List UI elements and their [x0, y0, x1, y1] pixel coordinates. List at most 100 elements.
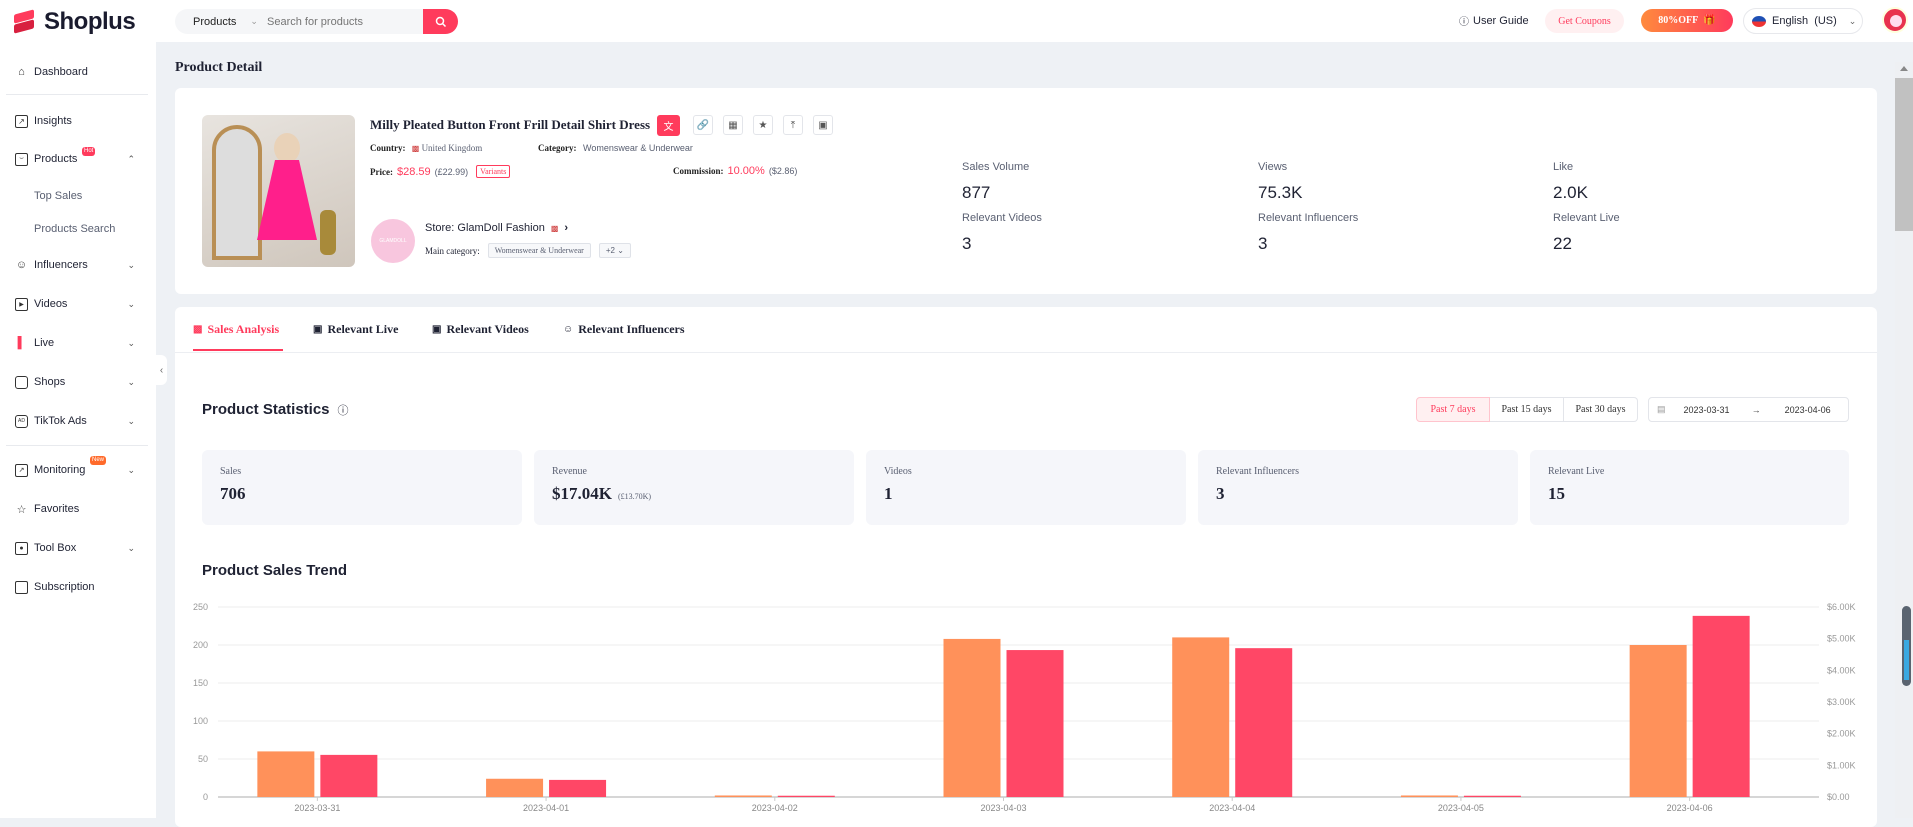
y-tick-label-left: 100 [193, 716, 208, 726]
bar-sales [1172, 637, 1230, 797]
sidebar-item-monitoring[interactable]: ↗ Monitoring New ⌄ [15, 456, 135, 480]
tab-sales-analysis[interactable]: ▩ Sales Analysis [193, 322, 279, 337]
kpi-label: Relevant Influencers [1258, 212, 1359, 224]
help-icon[interactable]: ⓘ [338, 402, 349, 418]
get-coupons-button[interactable]: Get Coupons [1545, 9, 1624, 33]
sidebar-item-videos[interactable]: ▶ Videos ⌄ [15, 294, 135, 314]
sidebar-subitem-products-search[interactable]: Products Search [34, 223, 115, 235]
stat-value-text: 3 [1216, 484, 1225, 503]
shop-icon [15, 375, 28, 389]
search-button[interactable] [423, 9, 458, 34]
divider [6, 445, 148, 446]
range-past-15-days[interactable]: Past 15 days [1490, 397, 1564, 422]
date-to[interactable]: 2023-04-06 [1785, 405, 1831, 415]
x-tick-label: 2023-04-01 [523, 803, 569, 813]
export-button[interactable]: ⤒ [783, 115, 803, 135]
tab-label: Relevant Live [327, 322, 399, 336]
tab-relevant-videos[interactable]: ▣ Relevant Videos [432, 322, 529, 337]
more-categories-button[interactable]: +2 ⌄ [598, 243, 631, 258]
x-tick-label: 2023-04-03 [980, 803, 1026, 813]
scroll-up-arrow[interactable] [1900, 66, 1908, 71]
sidebar-item-live[interactable]: ▌ Live ⌄ [15, 333, 135, 353]
scrollbar[interactable] [1895, 62, 1913, 818]
kpi-label: Like [1553, 161, 1574, 173]
range-past-7-days[interactable]: Past 7 days [1416, 397, 1490, 422]
sidebar-item-label: Live [34, 337, 55, 349]
sidebar-item-tiktok-ads[interactable]: AD TikTok Ads ⌄ [15, 411, 135, 431]
upload-icon: ⤒ [790, 119, 796, 131]
search-scope-label: Products [193, 15, 237, 28]
scrollbar-thumb[interactable] [1895, 78, 1913, 231]
logo[interactable]: Shoplus [12, 8, 136, 36]
sidebar-collapse-button[interactable]: ‹ [156, 355, 167, 385]
sidebar-item-label: Products [34, 153, 78, 165]
sidebar-item-shops[interactable]: Shops ⌄ [15, 372, 135, 392]
stat-value: 3 [1216, 484, 1225, 504]
star-icon: ★ [758, 119, 768, 131]
store-logo[interactable]: GLAMDOLL [371, 219, 415, 263]
user-avatar[interactable] [1882, 7, 1908, 33]
sidebar: ⌂ Dashboard ↗ Insights ⌣ Products Hot ⌃ … [0, 42, 156, 818]
sidebar-item-favorites[interactable]: ☆ Favorites [15, 499, 135, 519]
qr-code-icon: ▦ [728, 119, 738, 131]
video-icon: ▶ [15, 297, 28, 311]
chart-icon: ↗ [15, 114, 28, 128]
user-guide-label: User Guide [1473, 14, 1529, 27]
y-tick-label-left: 150 [193, 678, 208, 688]
search-input[interactable] [267, 15, 417, 28]
date-from[interactable]: 2023-03-31 [1684, 405, 1730, 415]
search-bar: Products ⌄ [175, 9, 458, 34]
help-icon: ⓘ [1459, 17, 1469, 28]
product-country: Country: ▩ United Kingdom [370, 143, 482, 153]
translate-button[interactable]: 文 [657, 115, 680, 136]
country-value: United Kingdom [421, 143, 483, 153]
chevron-down-icon: ⌄ [127, 415, 135, 426]
date-range-picker[interactable]: ▤ 2023-03-31 → 2023-04-06 [1648, 397, 1849, 422]
chevron-left-icon: ‹ [159, 364, 164, 376]
chevron-down-icon: ⌄ [127, 259, 135, 270]
y-tick-label-left: 200 [193, 640, 208, 650]
promo-banner[interactable]: 80%OFF 🎁 [1641, 9, 1733, 32]
store-name: Store: GlamDoll Fashion [425, 222, 545, 234]
kpi-value: 22 [1553, 234, 1572, 253]
bar-revenue [549, 779, 607, 797]
copy-link-button[interactable]: 🔗 [693, 115, 713, 135]
chevron-down-icon: ⌄ [127, 337, 135, 348]
search-scope-select[interactable]: Products ⌄ [175, 16, 267, 28]
bar-revenue [320, 754, 378, 797]
sidebar-item-tool-box[interactable]: ● Tool Box ⌄ [15, 538, 135, 558]
monitor-button[interactable]: ▣ [813, 115, 833, 135]
product-image[interactable] [202, 115, 355, 267]
thermometer-widget [1902, 606, 1911, 686]
chevron-down-icon: ⌄ [1848, 15, 1857, 26]
favorite-button[interactable]: ★ [753, 115, 773, 135]
store-link[interactable]: Store: GlamDoll Fashion ▩ › [425, 222, 568, 234]
sidebar-subitem-top-sales[interactable]: Top Sales [34, 190, 82, 202]
ads-icon: AD [15, 414, 28, 428]
promo-label: 80%OFF [1658, 15, 1699, 26]
stat-label: Revenue [552, 466, 587, 477]
range-past-30-days[interactable]: Past 30 days [1564, 397, 1638, 422]
tab-relevant-live[interactable]: ▣ Relevant Live [313, 322, 398, 337]
video-icon: ▣ [432, 324, 442, 335]
x-tick-label: 2023-04-02 [752, 803, 798, 813]
bar-revenue [1235, 648, 1293, 797]
user-guide-link[interactable]: ⓘ User Guide [1459, 13, 1529, 29]
stat-card-videos: Videos 1 [866, 450, 1186, 525]
sidebar-item-label: Monitoring [34, 464, 86, 476]
language-select[interactable]: English (US) ⌄ [1743, 8, 1863, 34]
sidebar-item-insights[interactable]: ↗ Insights [15, 111, 135, 131]
variants-button[interactable]: Variants [476, 165, 511, 178]
qr-code-button[interactable]: ▦ [723, 115, 743, 135]
sidebar-item-products[interactable]: ⌣ Products Hot ⌃ [15, 147, 135, 169]
sidebar-item-dashboard[interactable]: ⌂ Dashboard [15, 62, 135, 82]
sidebar-item-influencers[interactable]: ☺ Influencers ⌄ [15, 255, 135, 275]
bar-revenue [777, 795, 835, 797]
sidebar-item-subscription[interactable]: Subscription [15, 577, 135, 597]
calendar-icon: ▤ [1657, 404, 1666, 414]
bar-revenue [1692, 615, 1750, 797]
category-value[interactable]: Womenswear & Underwear [583, 143, 693, 153]
main-category-label: Main category: [425, 245, 480, 256]
user-icon: ☺ [15, 259, 28, 271]
tab-relevant-influencers[interactable]: ☺ Relevant Influencers [563, 322, 685, 337]
